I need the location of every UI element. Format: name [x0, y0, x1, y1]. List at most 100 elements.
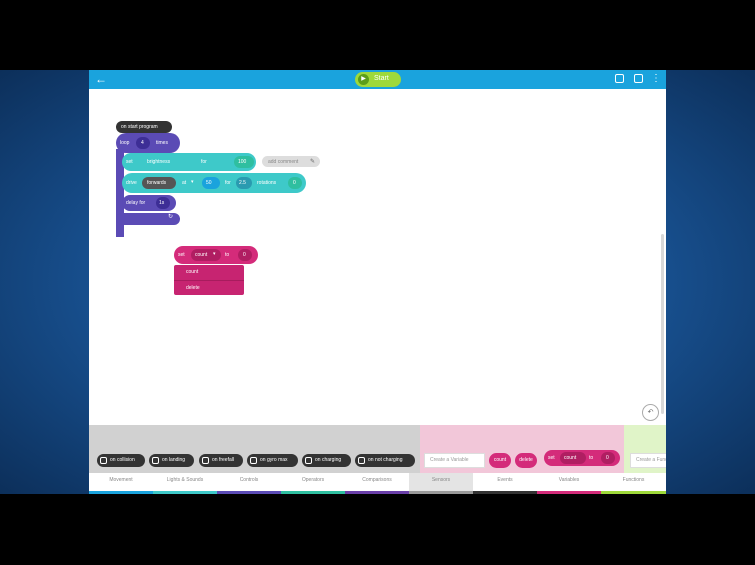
category-tabs: Movement Lights & Sounds Controls Operat…: [89, 473, 666, 494]
sensors-section: on collision on landing on freefall on g…: [89, 425, 420, 473]
pencil-icon[interactable]: ✎: [310, 158, 315, 165]
loop-unit: times: [156, 140, 168, 146]
set-value-field[interactable]: 100: [234, 156, 254, 168]
charging-icon: [305, 457, 312, 464]
variable-chip[interactable]: delete: [515, 453, 537, 468]
loose-value: 0: [243, 252, 246, 258]
palette-event-block[interactable]: on collision: [97, 454, 145, 467]
loose-value-field[interactable]: 0: [238, 249, 252, 261]
drive-direction: forwards: [147, 180, 167, 186]
vertical-scrollbar[interactable]: [661, 234, 664, 414]
drive-block[interactable]: drive forwards at ▾ 50 for 2.5 rotations…: [122, 173, 306, 193]
code-canvas[interactable]: on start program loop 4 times set bright…: [89, 89, 666, 425]
start-button[interactable]: ▶ Start: [355, 72, 401, 87]
start-label: Start: [374, 75, 389, 82]
tab-variables[interactable]: Variables: [537, 473, 601, 494]
tab-functions[interactable]: Functions: [601, 473, 666, 494]
on-start-block[interactable]: on start program: [116, 121, 172, 133]
landing-icon: [152, 457, 159, 464]
drive-unit: rotations: [257, 180, 277, 186]
tab-label: Movement: [109, 477, 133, 483]
tab-label: Sensors: [431, 477, 451, 483]
drive-for-label: for: [225, 180, 231, 186]
tab-color-bar: [409, 491, 473, 494]
tab-label: Comparisons: [362, 477, 392, 483]
palette-variable-select[interactable]: count: [560, 452, 586, 464]
loop-count-field[interactable]: 4: [136, 137, 150, 149]
loose-to: to: [225, 252, 230, 258]
tab-events[interactable]: Events: [473, 473, 537, 494]
tab-color-bar: [473, 491, 537, 494]
event-label: on freefall: [212, 457, 234, 463]
delay-value-field[interactable]: 1s: [156, 197, 170, 209]
tab-label: Lights & Sounds: [166, 477, 204, 483]
drive-end-field[interactable]: 0: [288, 177, 302, 189]
tab-movement[interactable]: Movement: [89, 473, 153, 494]
dropdown-option[interactable]: count: [174, 265, 244, 280]
arrow-left-icon[interactable]: ←: [95, 72, 107, 86]
save-icon[interactable]: [634, 74, 643, 83]
set-label: set: [126, 159, 133, 165]
dropdown-option[interactable]: delete: [174, 280, 244, 295]
set-variable-block[interactable]: set count ▾ to 0: [174, 246, 258, 264]
tab-color-bar: [89, 491, 153, 494]
palette-event-block[interactable]: on freefall: [199, 454, 243, 467]
tab-color-bar: [153, 491, 217, 494]
loop-block[interactable]: loop 4 times: [116, 133, 180, 153]
on-start-label: on start program: [121, 124, 158, 130]
chevron-down-icon[interactable]: ▾: [191, 180, 194, 185]
tab-operators[interactable]: Operators: [281, 473, 345, 494]
set-brightness-block[interactable]: set brightness for 100: [122, 153, 256, 171]
drive-end: 0: [293, 180, 296, 186]
set-value: 100: [238, 159, 247, 165]
drive-distance-field[interactable]: 2.5: [236, 177, 252, 189]
comment-bubble[interactable]: add comment ✎: [262, 156, 320, 167]
play-icon: ▶: [358, 74, 369, 85]
variable-chip[interactable]: count: [489, 453, 511, 468]
set-param: brightness: [147, 159, 171, 165]
undo-button[interactable]: ↶: [642, 404, 659, 421]
palette-event-block[interactable]: on landing: [149, 454, 194, 467]
create-function-button[interactable]: Create a Function: [630, 453, 666, 468]
event-label: on not charging: [368, 457, 403, 463]
event-label: on landing: [162, 457, 186, 463]
gyro-icon: [250, 457, 257, 464]
palette-event-block[interactable]: on charging: [302, 454, 351, 467]
app-window: ← ▶ Start ⋮ on start program loop 4 time…: [89, 70, 666, 494]
tab-comparisons[interactable]: Comparisons: [345, 473, 409, 494]
comment-placeholder: add comment: [268, 159, 299, 165]
delay-value: 1s: [159, 200, 165, 206]
tab-color-bar: [601, 491, 666, 494]
drive-distance: 2.5: [239, 180, 246, 186]
palette-value-field[interactable]: 0: [601, 452, 615, 464]
drive-speed-field[interactable]: 50: [202, 177, 220, 189]
drive-direction-field[interactable]: forwards: [142, 177, 176, 189]
tab-controls[interactable]: Controls: [217, 473, 281, 494]
delay-block[interactable]: delay for 1s: [122, 195, 176, 211]
palette-block-to: to: [589, 455, 594, 461]
delay-label: delay for: [126, 200, 146, 206]
not-charging-icon: [358, 457, 365, 464]
tab-label: Functions: [622, 477, 645, 483]
chevron-down-icon[interactable]: ▾: [213, 252, 216, 257]
palette-set-variable-block[interactable]: set count to 0: [544, 450, 620, 466]
collision-icon: [100, 457, 107, 464]
loop-count: 4: [141, 140, 144, 146]
palette-block-value: 0: [606, 455, 609, 461]
palette-event-block[interactable]: on gyro max: [247, 454, 298, 467]
tab-label: Variables: [558, 477, 580, 483]
device-icon[interactable]: [615, 74, 624, 83]
drive-at-label: at: [182, 180, 187, 186]
variables-section: Create a Variable count delete set count…: [420, 425, 624, 473]
top-bar: ← ▶ Start ⋮: [89, 70, 666, 89]
set-for-label: for: [201, 159, 207, 165]
tab-color-bar: [281, 491, 345, 494]
create-variable-button[interactable]: Create a Variable: [424, 453, 485, 468]
variable-select[interactable]: count ▾: [191, 249, 221, 261]
tab-color-bar: [345, 491, 409, 494]
tab-lights-sounds[interactable]: Lights & Sounds: [153, 473, 217, 494]
palette-event-block[interactable]: on not charging: [355, 454, 415, 467]
tab-label: Operators: [301, 477, 325, 483]
tab-sensors[interactable]: Sensors: [409, 473, 473, 494]
more-icon[interactable]: ⋮: [651, 72, 661, 85]
